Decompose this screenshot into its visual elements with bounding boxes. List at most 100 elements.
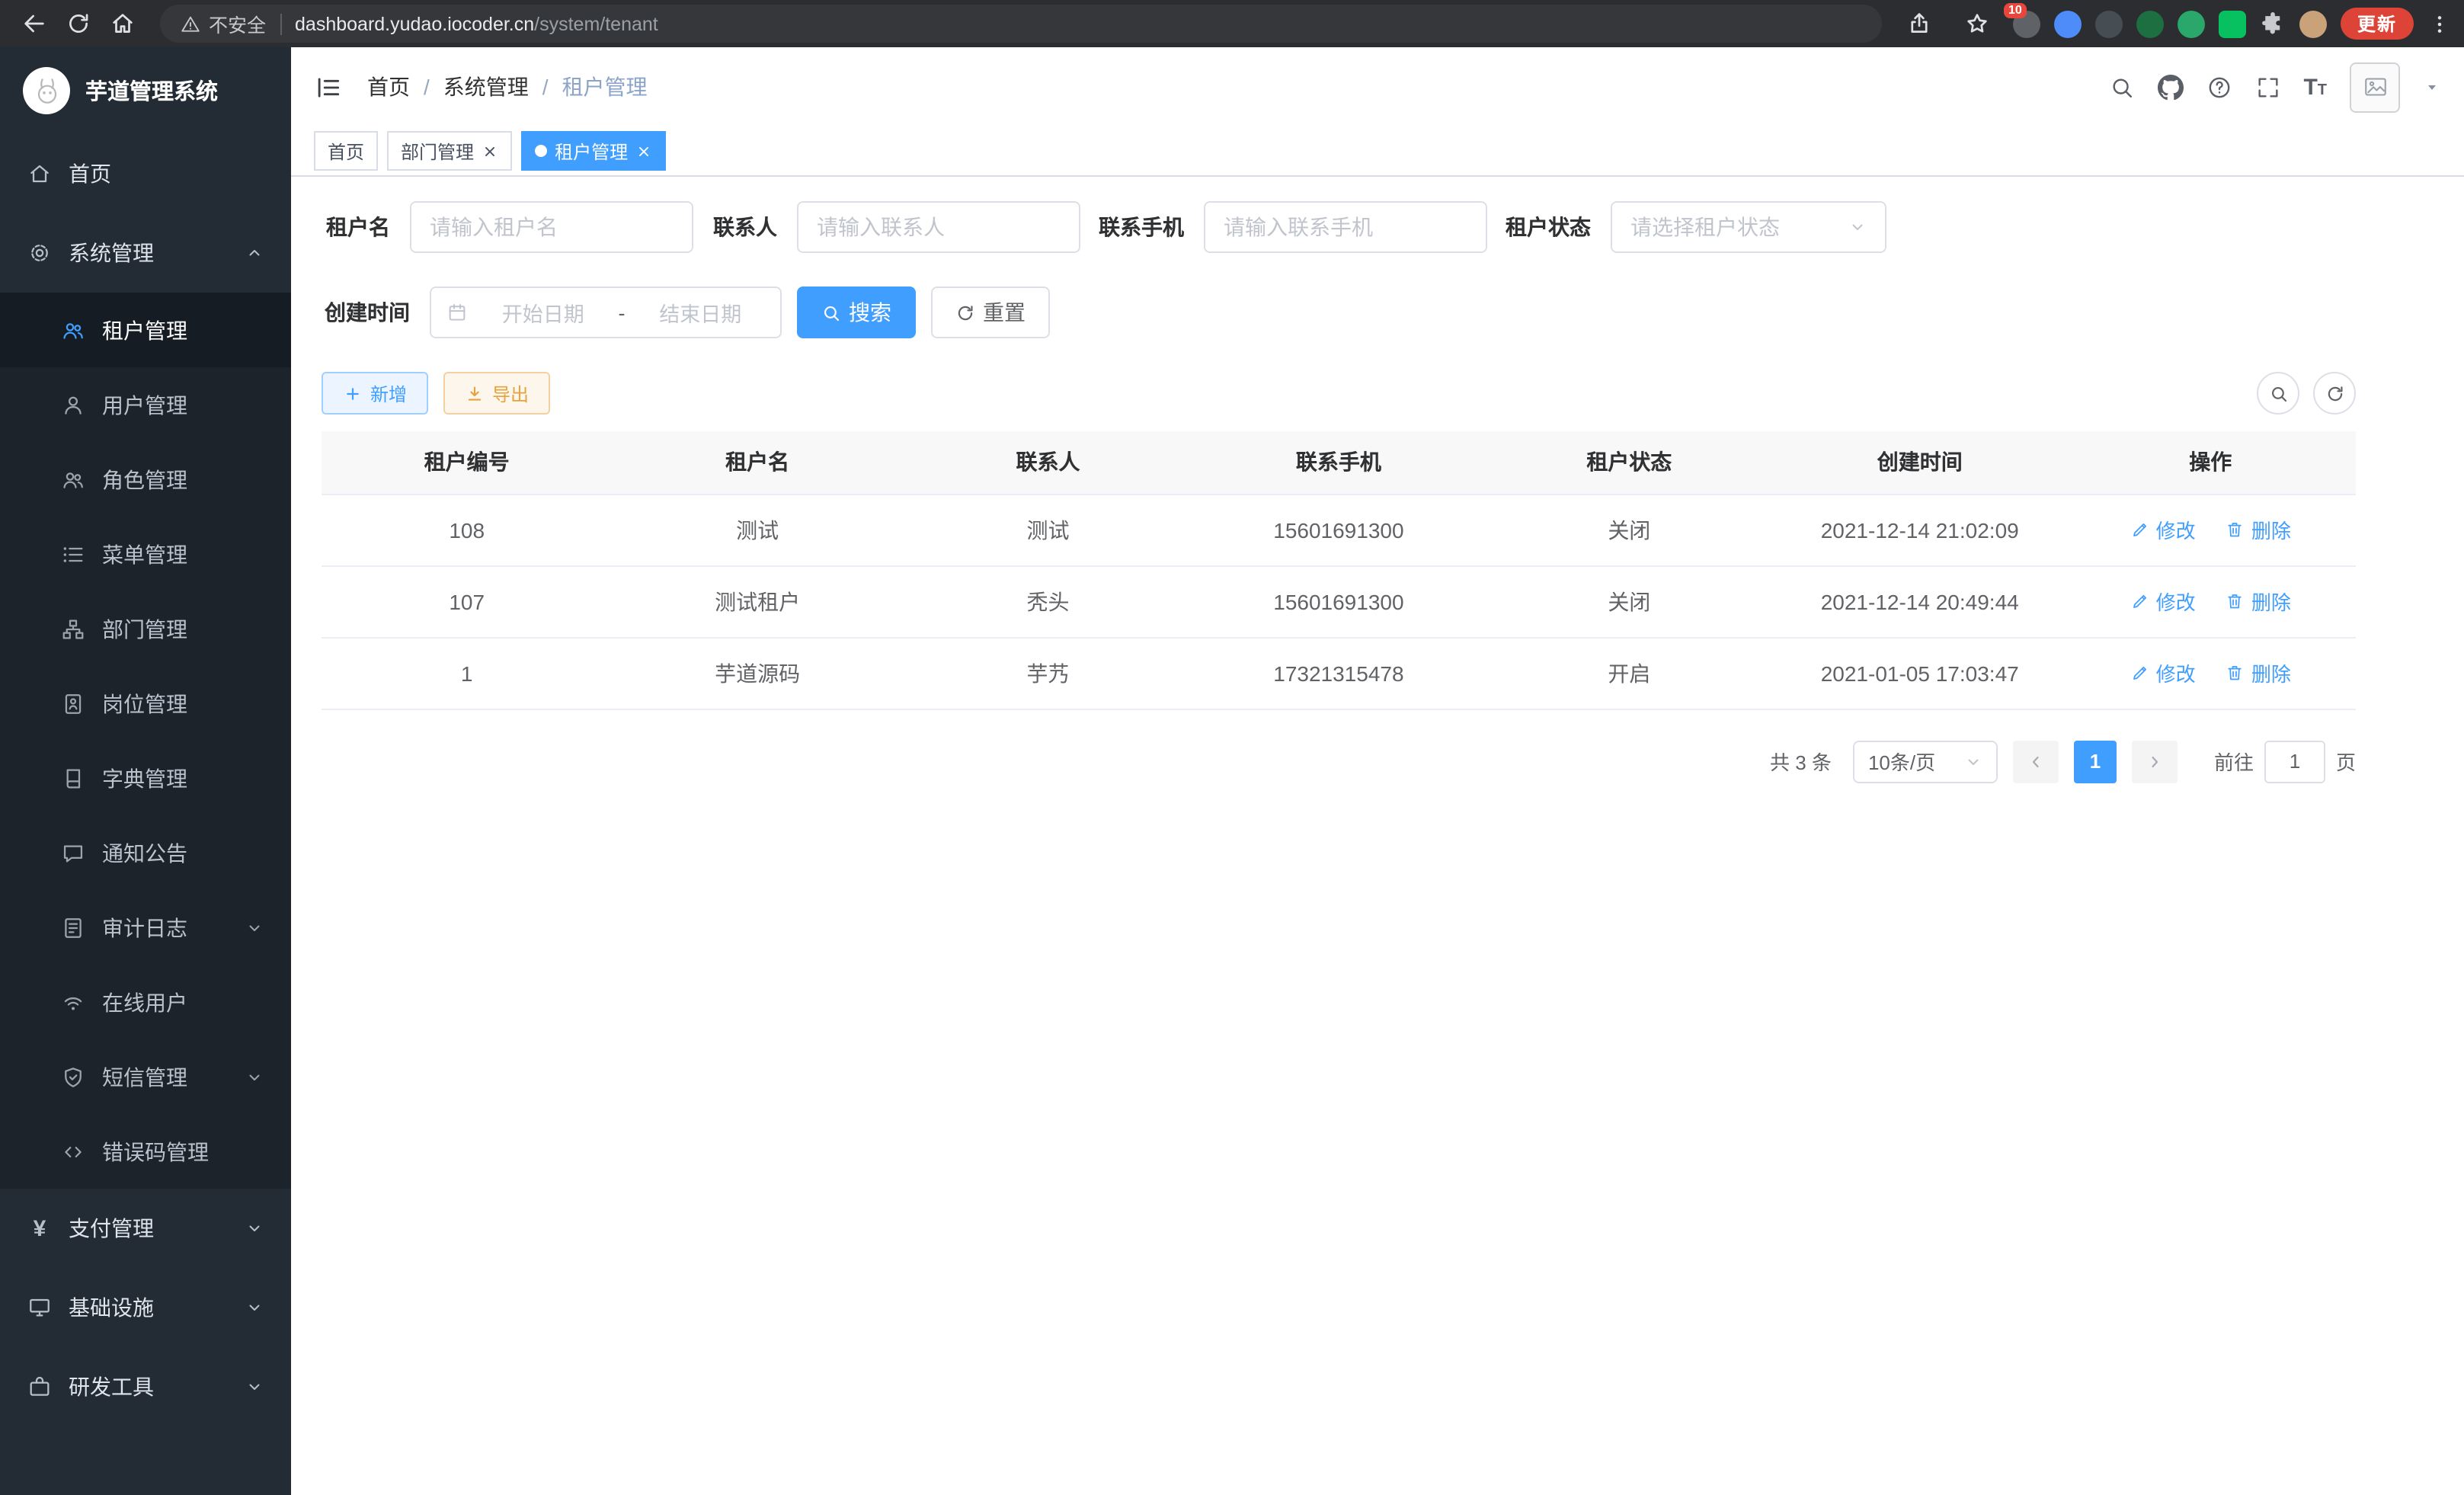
edit-link[interactable]: 修改 bbox=[2130, 515, 2196, 544]
sidebar-item-menu[interactable]: 菜单管理 bbox=[0, 517, 291, 591]
browser-reload-button[interactable] bbox=[56, 5, 101, 43]
tab-label: 首页 bbox=[328, 138, 364, 164]
sidebar-item-online-user[interactable]: 在线用户 bbox=[0, 965, 291, 1039]
extension-icon-2[interactable] bbox=[2054, 10, 2082, 37]
close-icon[interactable] bbox=[635, 142, 652, 159]
url-host: dashboard.yudao.iocoder.cn bbox=[295, 13, 534, 34]
sidebar-fold-icon[interactable] bbox=[314, 72, 343, 101]
trash-icon bbox=[2226, 520, 2245, 539]
browser-menu-kebab-icon[interactable] bbox=[2427, 11, 2452, 36]
toggle-search-button[interactable] bbox=[2257, 372, 2299, 415]
table-row: 1 芋道源码 芋艿 17321315478 开启 2021-01-05 17:0… bbox=[322, 637, 2356, 709]
sidebar-item-label: 研发工具 bbox=[69, 1372, 154, 1402]
sidebar-item-payment[interactable]: ¥ 支付管理 bbox=[0, 1189, 291, 1268]
briefcase-icon bbox=[27, 1375, 52, 1399]
delete-link[interactable]: 删除 bbox=[2226, 587, 2291, 616]
sidebar-item-dev-tools[interactable]: 研发工具 bbox=[0, 1347, 291, 1426]
profile-avatar-icon[interactable] bbox=[2299, 10, 2327, 37]
edit-link[interactable]: 修改 bbox=[2130, 658, 2196, 687]
page-size-select[interactable]: 10条/页 bbox=[1853, 740, 1998, 783]
delete-link[interactable]: 删除 bbox=[2226, 515, 2291, 544]
edit-pencil-icon bbox=[2130, 591, 2150, 611]
cell-id: 1 bbox=[322, 637, 612, 709]
sidebar-item-notice[interactable]: 通知公告 bbox=[0, 815, 291, 890]
bookmark-star-button[interactable] bbox=[1955, 5, 1999, 43]
goto-label: 前往 bbox=[2214, 747, 2254, 776]
extension-icon-5[interactable] bbox=[2178, 10, 2205, 37]
next-page-button[interactable] bbox=[2132, 740, 2178, 783]
app-logo[interactable]: 芋道管理系统 bbox=[0, 47, 291, 134]
tab-tenant[interactable]: 租户管理 bbox=[521, 131, 666, 171]
extensions-puzzle-icon[interactable] bbox=[2260, 11, 2286, 37]
security-chip[interactable]: 不安全 bbox=[180, 9, 266, 38]
sidebar-item-tenant[interactable]: 租户管理 bbox=[0, 293, 291, 367]
table-tools bbox=[2257, 372, 2356, 415]
browser-back-button[interactable] bbox=[12, 5, 56, 43]
address-bar[interactable]: 不安全 dashboard.yudao.iocoder.cn/system/te… bbox=[160, 5, 1882, 43]
add-button[interactable]: 新增 bbox=[322, 372, 428, 415]
sidebar-item-label: 角色管理 bbox=[102, 464, 187, 495]
status-select[interactable]: 请选择租户状态 bbox=[1611, 201, 1886, 253]
sidebar-item-sms[interactable]: 短信管理 bbox=[0, 1039, 291, 1114]
sidebar-item-role[interactable]: 角色管理 bbox=[0, 442, 291, 517]
browser-toolbar: 不安全 dashboard.yudao.iocoder.cn/system/te… bbox=[0, 0, 2464, 47]
pagination: 共 3 条 10条/页 1 前往 页 bbox=[322, 740, 2356, 783]
page-number-button[interactable]: 1 bbox=[2074, 740, 2117, 783]
tenant-table: 租户编号 租户名 联系人 联系手机 租户状态 创建时间 操作 1 bbox=[322, 431, 2356, 709]
extension-icon-3[interactable] bbox=[2095, 10, 2123, 37]
breadcrumb-home[interactable]: 首页 bbox=[367, 72, 410, 102]
sidebar-item-error-code[interactable]: 错误码管理 bbox=[0, 1114, 291, 1189]
sidebar-item-dict[interactable]: 字典管理 bbox=[0, 741, 291, 815]
goto-page-input[interactable] bbox=[2264, 740, 2325, 783]
avatar[interactable] bbox=[2350, 62, 2400, 112]
select-placeholder: 请选择租户状态 bbox=[1630, 212, 1780, 242]
export-button[interactable]: 导出 bbox=[443, 372, 550, 415]
calendar-icon bbox=[446, 302, 468, 323]
github-icon[interactable] bbox=[2157, 74, 2183, 100]
font-size-icon[interactable]: TT bbox=[2303, 75, 2327, 98]
search-button[interactable]: 搜索 bbox=[797, 287, 916, 338]
refresh-table-button[interactable] bbox=[2313, 372, 2356, 415]
sidebar-item-post[interactable]: 岗位管理 bbox=[0, 666, 291, 741]
sidebar-item-label: 字典管理 bbox=[102, 763, 187, 793]
extension-icon-1[interactable]: 10 bbox=[2013, 10, 2040, 37]
avatar-caret-down-icon[interactable] bbox=[2423, 78, 2441, 96]
sidebar-item-home[interactable]: 首页 bbox=[0, 134, 291, 213]
search-icon[interactable] bbox=[2108, 74, 2134, 100]
column-header-contact: 联系人 bbox=[903, 431, 1193, 494]
edit-link[interactable]: 修改 bbox=[2130, 587, 2196, 616]
table-toolbar: 新增 导出 bbox=[322, 372, 2356, 415]
browser-update-button[interactable]: 更新 bbox=[2341, 8, 2414, 40]
extension-icon-6[interactable] bbox=[2219, 10, 2246, 37]
sidebar-item-system[interactable]: 系统管理 bbox=[0, 213, 291, 293]
tab-dept[interactable]: 部门管理 bbox=[387, 131, 512, 171]
sidebar-item-user[interactable]: 用户管理 bbox=[0, 367, 291, 442]
sidebar: 芋道管理系统 首页 系统管理 租户管理 bbox=[0, 47, 291, 1495]
sidebar-item-audit-log[interactable]: 审计日志 bbox=[0, 890, 291, 965]
page-size-value: 10条/页 bbox=[1868, 747, 1935, 776]
tab-label: 租户管理 bbox=[555, 138, 628, 164]
url-path: /system/tenant bbox=[534, 13, 658, 34]
contact-input[interactable] bbox=[817, 215, 1061, 239]
tab-home[interactable]: 首页 bbox=[314, 131, 378, 171]
breadcrumb-system[interactable]: 系统管理 bbox=[443, 72, 529, 102]
field-label: 联系手机 bbox=[1096, 212, 1204, 242]
share-button[interactable] bbox=[1897, 5, 1941, 43]
browser-home-button[interactable] bbox=[101, 5, 145, 43]
close-icon[interactable] bbox=[482, 142, 498, 159]
refresh-icon bbox=[955, 303, 975, 322]
sidebar-item-label: 审计日志 bbox=[102, 912, 187, 943]
reset-button[interactable]: 重置 bbox=[931, 287, 1050, 338]
tenant-name-input[interactable] bbox=[430, 215, 674, 239]
filter-phone: 联系手机 bbox=[1096, 201, 1487, 253]
fullscreen-icon[interactable] bbox=[2254, 74, 2280, 100]
prev-page-button[interactable] bbox=[2013, 740, 2059, 783]
delete-link[interactable]: 删除 bbox=[2226, 658, 2291, 687]
date-range-picker[interactable]: 开始日期 - 结束日期 bbox=[430, 287, 782, 338]
sidebar-item-dept[interactable]: 部门管理 bbox=[0, 591, 291, 666]
sidebar-item-infra[interactable]: 基础设施 bbox=[0, 1268, 291, 1347]
help-icon[interactable] bbox=[2206, 74, 2232, 100]
shield-icon bbox=[61, 1064, 85, 1089]
extension-icon-4[interactable] bbox=[2136, 10, 2164, 37]
phone-input[interactable] bbox=[1224, 215, 1467, 239]
